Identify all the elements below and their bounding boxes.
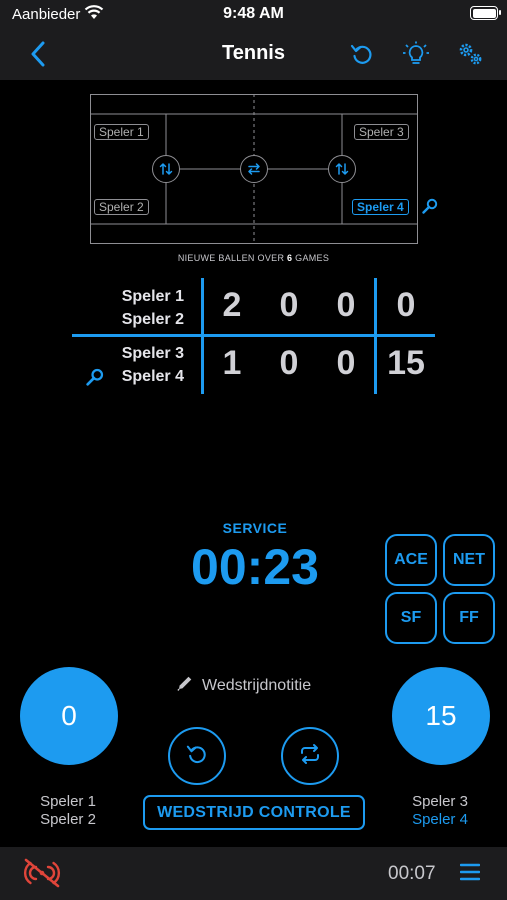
match-note-button[interactable]: Wedstrijdnotitie	[176, 674, 311, 697]
court-player-4[interactable]: Speler 4	[352, 199, 409, 215]
right-score-button[interactable]: 15	[392, 667, 490, 765]
court-player-2[interactable]: Speler 2	[94, 199, 149, 215]
team-2-set-3: 0	[336, 344, 356, 382]
team-1-player-2: Speler 2	[121, 311, 184, 328]
swap-left-players-button[interactable]	[152, 155, 180, 183]
gears-icon[interactable]	[456, 40, 484, 68]
swap-right-players-button[interactable]	[328, 155, 356, 183]
team-1-set-3: 0	[336, 286, 356, 324]
team-1-player-1: Speler 1	[121, 288, 184, 305]
pencil-icon	[176, 674, 194, 697]
service-timer: 00:23	[191, 539, 319, 595]
lightbulb-icon[interactable]	[402, 40, 430, 68]
team-2-set-1: 1	[222, 344, 242, 382]
status-bar: Aanbieder 9:48 AM	[0, 0, 507, 28]
page-title: Tennis	[222, 42, 285, 64]
status-time: 9:48 AM	[223, 5, 284, 22]
menu-icon[interactable]	[459, 863, 481, 886]
switch-server-button[interactable]	[281, 727, 339, 785]
new-balls-suffix: GAMES	[292, 253, 330, 263]
match-note-label: Wedstrijdnotitie	[202, 676, 312, 694]
team-2-set-2: 0	[279, 344, 299, 382]
no-connection-icon[interactable]	[22, 857, 62, 894]
team-2-player-2: Speler 4	[121, 368, 184, 385]
undo-point-button[interactable]	[168, 727, 226, 785]
ace-button[interactable]: ACE	[385, 534, 437, 586]
left-team-player-2: Speler 2	[40, 811, 96, 828]
sf-button[interactable]: SF	[385, 592, 437, 644]
left-team-player-1: Speler 1	[40, 793, 96, 810]
match-control-button[interactable]: WEDSTRIJD CONTROLE	[143, 795, 365, 830]
undo-icon[interactable]	[348, 40, 376, 68]
team-1-set-1: 2	[222, 286, 242, 324]
service-label: SERVICE	[222, 520, 288, 536]
elapsed-time: 00:07	[388, 863, 436, 884]
swap-sides-button[interactable]	[240, 155, 268, 183]
repeat-icon	[298, 742, 322, 771]
navigation-bar: Tennis	[0, 28, 507, 80]
left-team-names: Speler 1 Speler 2	[8, 793, 128, 829]
team-2-points: 15	[387, 344, 425, 382]
court-player-1[interactable]: Speler 1	[94, 124, 149, 140]
racket-icon	[422, 198, 438, 219]
new-balls-notice: NIEUWE BALLEN OVER 6 GAMES	[0, 253, 507, 263]
court-diagram: Speler 1 Speler 2 Speler 3 Speler 4	[90, 94, 438, 244]
right-team-names: Speler 3 Speler 4	[380, 793, 500, 829]
new-balls-prefix: NIEUWE BALLEN OVER	[177, 253, 288, 263]
net-button[interactable]: NET	[443, 534, 495, 586]
scoreboard: Speler 1 Speler 2 2 0 0 0 Speler 3 Spele…	[0, 278, 507, 398]
battery-icon	[470, 6, 501, 20]
undo-point-icon	[186, 743, 208, 770]
right-team-player-2: Speler 4	[412, 811, 468, 828]
team-1-set-2: 0	[279, 286, 299, 324]
scoreboard-divider-middle	[72, 334, 435, 337]
team-1-points: 0	[396, 286, 416, 324]
team-2-player-1: Speler 3	[121, 345, 184, 362]
right-team-player-1: Speler 3	[412, 793, 468, 810]
bottom-toolbar: 00:07	[0, 847, 507, 900]
left-score-button[interactable]: 0	[20, 667, 118, 765]
court-player-3[interactable]: Speler 3	[354, 124, 409, 140]
ff-button[interactable]: FF	[443, 592, 495, 644]
